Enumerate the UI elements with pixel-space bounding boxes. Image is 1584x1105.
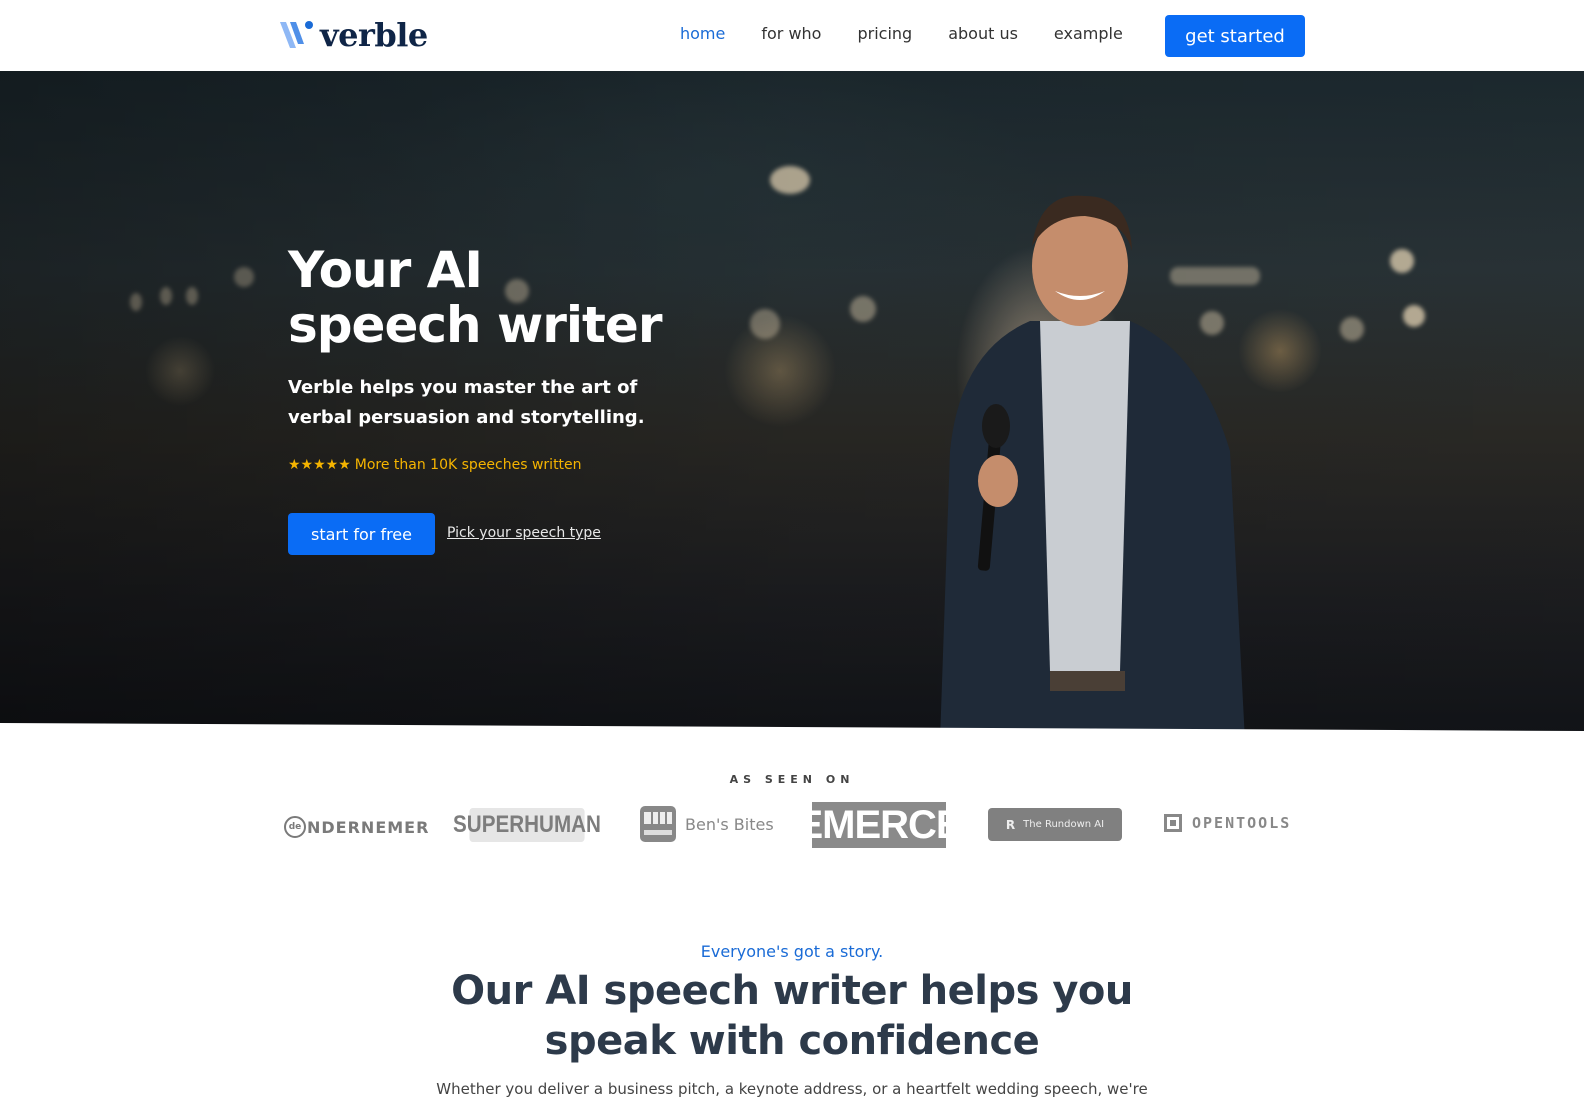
verble-logo-icon [278,18,316,52]
press-logo-text: Ben's Bites [685,814,774,834]
rating-text: More than 10K speeches written [354,457,582,473]
verble-logo[interactable]: verble [278,18,428,52]
star-rating-icon: ★★★★★ [288,457,351,473]
press-logo-text: OPENTOOLS [1192,814,1292,832]
press-logo-ondernemer: de NDERNEMER [284,816,429,838]
press-logo-text: The Rundown AI [1023,819,1105,830]
nav-link-home[interactable]: home [680,24,725,43]
nav-link-for-who[interactable]: for who [761,24,821,43]
hero-angled-divider [0,723,1584,735]
press-logos: de NDERNEMER SUPERHUMAN Ben's Bites EMER… [282,802,1304,852]
press-logo-rundown-ai: R The Rundown AI [988,808,1122,841]
logo-text: verble [320,16,428,54]
top-navigation: verble home for who pricing about us exa… [0,0,1584,71]
get-started-button[interactable]: get started [1165,15,1305,57]
as-seen-on-label: AS SEEN ON [729,773,855,786]
hero-title-line-1: Your AI [288,241,483,299]
press-logo-text: NDERNEMER [307,817,430,837]
start-for-free-button[interactable]: start for free [288,513,435,555]
hero-title-line-2: speech writer [288,296,662,354]
press-logo-superhuman: SUPERHUMAN [453,808,601,842]
opentools-square-icon [1164,814,1182,832]
bens-bites-icon [640,806,676,842]
pick-speech-type-link[interactable]: Pick your speech type [447,525,601,541]
nav-links: home for who pricing about us example [680,24,1123,43]
nav-link-pricing[interactable]: pricing [857,24,912,43]
story-kicker: Everyone's got a story. [700,942,884,961]
hero-rating: ★★★★★ More than 10K speeches written [288,457,582,473]
hero-section: Your AI speech writer Verble helps you m… [0,71,1584,735]
hero-title: Your AI speech writer [288,241,662,354]
story-body: Whether you deliver a business pitch, a … [436,1080,1148,1098]
press-logo-opentools: OPENTOOLS [1164,814,1291,832]
press-logo-bens-bites: Ben's Bites [640,806,774,842]
story-title: Our AI speech writer helps you speak wit… [451,968,1133,1064]
speaker-figure [940,195,1245,735]
rundown-r-icon: R [1005,817,1016,832]
nav-link-about-us[interactable]: about us [948,24,1018,43]
press-logo-emerce: EMERCE [796,802,963,848]
de-circle-icon: de [284,816,306,838]
hero-subtitle: Verble helps you master the art of verba… [288,377,645,428]
hero-background-photo [0,71,1584,735]
nav-link-example[interactable]: example [1054,24,1123,43]
